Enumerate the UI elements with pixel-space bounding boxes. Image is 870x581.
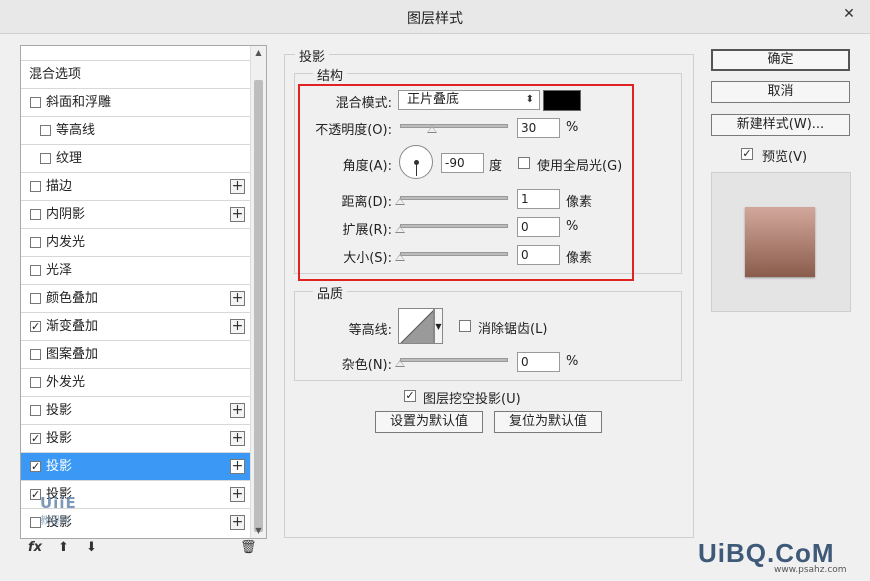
style-item-checkbox[interactable]: [40, 153, 51, 164]
preview-checkbox[interactable]: ✓: [741, 148, 753, 160]
style-list-item[interactable]: 斜面和浮雕: [21, 88, 251, 116]
style-item-label: 描边: [46, 179, 73, 194]
style-item-label: 投影: [46, 459, 73, 474]
preview-label: 预览(V): [762, 150, 808, 165]
scroll-up-icon[interactable]: ▲: [251, 46, 266, 60]
style-item-label: 内阴影: [46, 207, 86, 222]
add-effect-icon[interactable]: +: [230, 515, 245, 530]
style-item-checkbox[interactable]: [30, 405, 41, 416]
anti-alias-checkbox[interactable]: [459, 320, 471, 332]
list-bottom-toolbar: fx ⬆ ⬇ 🗑: [20, 540, 267, 560]
list-watermark: UiiE 教程网: [40, 494, 120, 528]
scroll-down-icon[interactable]: ▼: [251, 524, 266, 538]
move-down-icon[interactable]: ⬇: [86, 540, 97, 555]
add-effect-icon[interactable]: +: [230, 403, 245, 418]
style-list-item[interactable]: 纹理: [21, 144, 251, 172]
style-item-label: 等高线: [56, 123, 96, 138]
scroll-thumb[interactable]: [254, 80, 263, 532]
set-default-button[interactable]: 设置为默认值: [375, 411, 483, 433]
style-item-checkbox[interactable]: [30, 209, 41, 220]
style-item-checkbox[interactable]: [40, 125, 51, 136]
noise-unit: %: [566, 354, 579, 369]
style-item-checkbox[interactable]: [30, 377, 41, 388]
noise-label: 杂色(N):: [341, 358, 392, 373]
style-list-item[interactable]: 混合选项: [21, 60, 251, 88]
style-item-checkbox[interactable]: [30, 97, 41, 108]
style-list-item[interactable]: 图案叠加: [21, 340, 251, 368]
add-effect-icon[interactable]: +: [230, 431, 245, 446]
style-item-checkbox[interactable]: [30, 237, 41, 248]
add-effect-icon[interactable]: +: [230, 179, 245, 194]
contour-label: 等高线:: [348, 323, 392, 338]
knockout-label: 图层挖空投影(U): [423, 392, 521, 407]
drop-shadow-legend: 投影: [295, 46, 330, 65]
style-item-label: 颜色叠加: [46, 291, 99, 306]
style-list-item[interactable]: ✓ 投影 +: [21, 424, 251, 452]
reset-default-button[interactable]: 复位为默认值: [494, 411, 602, 433]
style-list-item[interactable]: 内发光: [21, 228, 251, 256]
new-style-button[interactable]: 新建样式(W)...: [711, 114, 850, 136]
style-item-checkbox[interactable]: [30, 293, 41, 304]
style-preview: [711, 172, 851, 312]
add-effect-icon[interactable]: +: [230, 291, 245, 306]
watermark-logo: UiiE: [40, 494, 77, 512]
style-item-label: 光泽: [46, 263, 73, 278]
style-list-scrollbar[interactable]: ▲ ▼: [250, 46, 266, 538]
style-list-item[interactable]: ✓ 投影 +: [21, 452, 251, 480]
fx-icon[interactable]: fx: [28, 540, 42, 555]
style-item-checkbox[interactable]: ✓: [30, 321, 41, 332]
style-list-item[interactable]: 投影 +: [21, 396, 251, 424]
style-item-label: 纹理: [56, 151, 83, 166]
style-item-label: 内发光: [46, 235, 86, 250]
noise-slider-thumb[interactable]: [395, 360, 405, 367]
ok-button[interactable]: 确定: [711, 49, 850, 71]
style-list-item[interactable]: 等高线: [21, 116, 251, 144]
style-list-item[interactable]: 描边 +: [21, 172, 251, 200]
style-item-label: 投影: [46, 403, 73, 418]
style-item-label: 图案叠加: [46, 347, 99, 362]
style-list-item[interactable]: 光泽: [21, 256, 251, 284]
style-item-label: 投影: [46, 431, 73, 446]
close-button[interactable]: ✕: [836, 4, 862, 24]
style-item-checkbox[interactable]: ✓: [30, 461, 41, 472]
add-effect-icon[interactable]: +: [230, 487, 245, 502]
style-item-checkbox[interactable]: [30, 349, 41, 360]
quality-legend: 品质: [313, 283, 348, 302]
style-list: 混合选项斜面和浮雕等高线纹理描边 + 内阴影 + 内发光光泽颜色叠加 + ✓ 渐变叠加 + 图案叠…: [20, 45, 267, 539]
style-item-label: 斜面和浮雕: [46, 95, 112, 110]
structure-legend: 结构: [313, 65, 348, 84]
style-item-label: 混合选项: [29, 67, 82, 82]
noise-slider[interactable]: [400, 358, 508, 362]
style-list-item[interactable]: 颜色叠加 +: [21, 284, 251, 312]
site-watermark-url: www.psahz.com: [774, 565, 847, 575]
watermark-text: 教程网: [40, 516, 70, 527]
style-item-checkbox[interactable]: [30, 265, 41, 276]
style-item-label: 外发光: [46, 375, 86, 390]
highlight-box: [298, 84, 634, 281]
add-effect-icon[interactable]: +: [230, 207, 245, 222]
style-item-label: 渐变叠加: [46, 319, 99, 334]
style-item-checkbox[interactable]: ✓: [30, 433, 41, 444]
add-effect-icon[interactable]: +: [230, 319, 245, 334]
style-list-item[interactable]: 外发光: [21, 368, 251, 396]
anti-alias-label: 消除锯齿(L): [478, 322, 548, 337]
contour-curve-icon: [400, 310, 433, 343]
style-list-item[interactable]: 内阴影 +: [21, 200, 251, 228]
trash-icon[interactable]: 🗑: [240, 540, 257, 555]
contour-dropdown-arrow-icon[interactable]: ▼: [434, 308, 443, 344]
title-bar: 图层样式 ✕: [0, 0, 870, 34]
style-list-items: 混合选项斜面和浮雕等高线纹理描边 + 内阴影 + 内发光光泽颜色叠加 + ✓ 渐变叠加 + 图案叠…: [21, 60, 251, 536]
add-effect-icon[interactable]: +: [230, 459, 245, 474]
contour-preview[interactable]: [398, 308, 434, 344]
knockout-checkbox[interactable]: ✓: [404, 390, 416, 402]
style-list-item[interactable]: ✓ 渐变叠加 +: [21, 312, 251, 340]
noise-input[interactable]: 0: [517, 352, 560, 372]
style-item-checkbox[interactable]: [30, 181, 41, 192]
move-up-icon[interactable]: ⬆: [58, 540, 69, 555]
dialog-title: 图层样式: [407, 11, 463, 27]
preview-swatch: [745, 207, 815, 277]
cancel-button[interactable]: 取消: [711, 81, 850, 103]
